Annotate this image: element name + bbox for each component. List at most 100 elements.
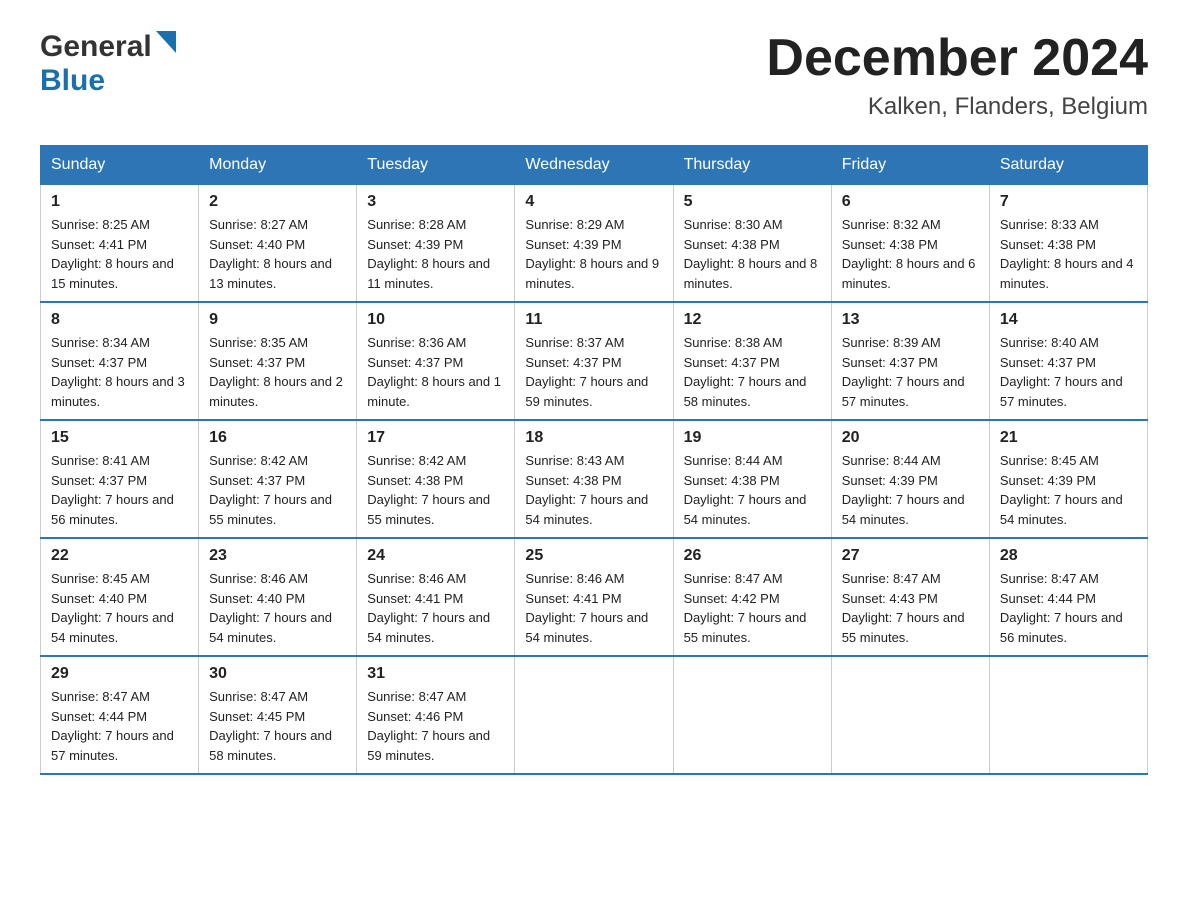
day-number: 27 <box>842 547 979 565</box>
table-row: 27 Sunrise: 8:47 AM Sunset: 4:43 PM Dayl… <box>831 538 989 656</box>
logo-general: General <box>40 30 152 64</box>
day-number: 23 <box>209 547 346 565</box>
day-info: Sunrise: 8:29 AM Sunset: 4:39 PM Dayligh… <box>525 215 662 293</box>
day-info: Sunrise: 8:36 AM Sunset: 4:37 PM Dayligh… <box>367 333 504 411</box>
table-row: 12 Sunrise: 8:38 AM Sunset: 4:37 PM Dayl… <box>673 302 831 420</box>
day-number: 30 <box>209 665 346 683</box>
col-saturday: Saturday <box>989 146 1147 185</box>
table-row: 19 Sunrise: 8:44 AM Sunset: 4:38 PM Dayl… <box>673 420 831 538</box>
table-row: 25 Sunrise: 8:46 AM Sunset: 4:41 PM Dayl… <box>515 538 673 656</box>
day-number: 28 <box>1000 547 1137 565</box>
col-sunday: Sunday <box>41 146 199 185</box>
day-number: 15 <box>51 429 188 447</box>
day-info: Sunrise: 8:34 AM Sunset: 4:37 PM Dayligh… <box>51 333 188 411</box>
day-number: 25 <box>525 547 662 565</box>
col-monday: Monday <box>199 146 357 185</box>
day-info: Sunrise: 8:43 AM Sunset: 4:38 PM Dayligh… <box>525 451 662 529</box>
table-row: 15 Sunrise: 8:41 AM Sunset: 4:37 PM Dayl… <box>41 420 199 538</box>
day-number: 1 <box>51 193 188 211</box>
calendar-week-row: 8 Sunrise: 8:34 AM Sunset: 4:37 PM Dayli… <box>41 302 1148 420</box>
day-number: 21 <box>1000 429 1137 447</box>
table-row: 7 Sunrise: 8:33 AM Sunset: 4:38 PM Dayli… <box>989 185 1147 303</box>
day-number: 13 <box>842 311 979 329</box>
table-row <box>831 656 989 774</box>
day-info: Sunrise: 8:28 AM Sunset: 4:39 PM Dayligh… <box>367 215 504 293</box>
day-number: 11 <box>525 311 662 329</box>
day-info: Sunrise: 8:25 AM Sunset: 4:41 PM Dayligh… <box>51 215 188 293</box>
day-info: Sunrise: 8:47 AM Sunset: 4:45 PM Dayligh… <box>209 687 346 765</box>
day-number: 31 <box>367 665 504 683</box>
table-row: 17 Sunrise: 8:42 AM Sunset: 4:38 PM Dayl… <box>357 420 515 538</box>
day-number: 2 <box>209 193 346 211</box>
table-row: 23 Sunrise: 8:46 AM Sunset: 4:40 PM Dayl… <box>199 538 357 656</box>
page-header: General Blue December 2024 Kalken, Fland… <box>40 30 1148 121</box>
calendar-table: Sunday Monday Tuesday Wednesday Thursday… <box>40 145 1148 775</box>
day-number: 26 <box>684 547 821 565</box>
title-area: December 2024 Kalken, Flanders, Belgium <box>766 30 1148 121</box>
day-info: Sunrise: 8:42 AM Sunset: 4:38 PM Dayligh… <box>367 451 504 529</box>
table-row: 31 Sunrise: 8:47 AM Sunset: 4:46 PM Dayl… <box>357 656 515 774</box>
table-row: 16 Sunrise: 8:42 AM Sunset: 4:37 PM Dayl… <box>199 420 357 538</box>
day-number: 12 <box>684 311 821 329</box>
day-number: 18 <box>525 429 662 447</box>
table-row: 13 Sunrise: 8:39 AM Sunset: 4:37 PM Dayl… <box>831 302 989 420</box>
table-row: 28 Sunrise: 8:47 AM Sunset: 4:44 PM Dayl… <box>989 538 1147 656</box>
day-info: Sunrise: 8:47 AM Sunset: 4:44 PM Dayligh… <box>51 687 188 765</box>
day-info: Sunrise: 8:45 AM Sunset: 4:40 PM Dayligh… <box>51 569 188 647</box>
day-info: Sunrise: 8:35 AM Sunset: 4:37 PM Dayligh… <box>209 333 346 411</box>
logo-arrow-icon <box>154 31 176 59</box>
day-number: 6 <box>842 193 979 211</box>
calendar-week-row: 15 Sunrise: 8:41 AM Sunset: 4:37 PM Dayl… <box>41 420 1148 538</box>
day-info: Sunrise: 8:37 AM Sunset: 4:37 PM Dayligh… <box>525 333 662 411</box>
day-number: 20 <box>842 429 979 447</box>
day-number: 3 <box>367 193 504 211</box>
table-row: 18 Sunrise: 8:43 AM Sunset: 4:38 PM Dayl… <box>515 420 673 538</box>
month-year-title: December 2024 <box>766 30 1148 87</box>
table-row <box>989 656 1147 774</box>
day-info: Sunrise: 8:44 AM Sunset: 4:39 PM Dayligh… <box>842 451 979 529</box>
table-row: 21 Sunrise: 8:45 AM Sunset: 4:39 PM Dayl… <box>989 420 1147 538</box>
day-number: 8 <box>51 311 188 329</box>
day-info: Sunrise: 8:27 AM Sunset: 4:40 PM Dayligh… <box>209 215 346 293</box>
table-row: 3 Sunrise: 8:28 AM Sunset: 4:39 PM Dayli… <box>357 185 515 303</box>
table-row: 22 Sunrise: 8:45 AM Sunset: 4:40 PM Dayl… <box>41 538 199 656</box>
day-info: Sunrise: 8:46 AM Sunset: 4:41 PM Dayligh… <box>525 569 662 647</box>
calendar-week-row: 22 Sunrise: 8:45 AM Sunset: 4:40 PM Dayl… <box>41 538 1148 656</box>
table-row: 10 Sunrise: 8:36 AM Sunset: 4:37 PM Dayl… <box>357 302 515 420</box>
day-number: 7 <box>1000 193 1137 211</box>
table-row: 20 Sunrise: 8:44 AM Sunset: 4:39 PM Dayl… <box>831 420 989 538</box>
table-row: 11 Sunrise: 8:37 AM Sunset: 4:37 PM Dayl… <box>515 302 673 420</box>
table-row: 9 Sunrise: 8:35 AM Sunset: 4:37 PM Dayli… <box>199 302 357 420</box>
day-info: Sunrise: 8:47 AM Sunset: 4:46 PM Dayligh… <box>367 687 504 765</box>
day-info: Sunrise: 8:33 AM Sunset: 4:38 PM Dayligh… <box>1000 215 1137 293</box>
table-row: 26 Sunrise: 8:47 AM Sunset: 4:42 PM Dayl… <box>673 538 831 656</box>
logo-blue: Blue <box>40 64 105 97</box>
day-info: Sunrise: 8:39 AM Sunset: 4:37 PM Dayligh… <box>842 333 979 411</box>
table-row: 1 Sunrise: 8:25 AM Sunset: 4:41 PM Dayli… <box>41 185 199 303</box>
table-row: 6 Sunrise: 8:32 AM Sunset: 4:38 PM Dayli… <box>831 185 989 303</box>
day-info: Sunrise: 8:46 AM Sunset: 4:40 PM Dayligh… <box>209 569 346 647</box>
table-row: 29 Sunrise: 8:47 AM Sunset: 4:44 PM Dayl… <box>41 656 199 774</box>
table-row: 30 Sunrise: 8:47 AM Sunset: 4:45 PM Dayl… <box>199 656 357 774</box>
day-info: Sunrise: 8:46 AM Sunset: 4:41 PM Dayligh… <box>367 569 504 647</box>
col-friday: Friday <box>831 146 989 185</box>
day-info: Sunrise: 8:44 AM Sunset: 4:38 PM Dayligh… <box>684 451 821 529</box>
day-number: 10 <box>367 311 504 329</box>
location-subtitle: Kalken, Flanders, Belgium <box>766 93 1148 121</box>
day-number: 9 <box>209 311 346 329</box>
table-row: 4 Sunrise: 8:29 AM Sunset: 4:39 PM Dayli… <box>515 185 673 303</box>
day-number: 19 <box>684 429 821 447</box>
day-number: 5 <box>684 193 821 211</box>
day-info: Sunrise: 8:47 AM Sunset: 4:44 PM Dayligh… <box>1000 569 1137 647</box>
calendar-header-row: Sunday Monday Tuesday Wednesday Thursday… <box>41 146 1148 185</box>
day-number: 14 <box>1000 311 1137 329</box>
day-info: Sunrise: 8:47 AM Sunset: 4:42 PM Dayligh… <box>684 569 821 647</box>
day-number: 4 <box>525 193 662 211</box>
table-row: 14 Sunrise: 8:40 AM Sunset: 4:37 PM Dayl… <box>989 302 1147 420</box>
calendar-week-row: 29 Sunrise: 8:47 AM Sunset: 4:44 PM Dayl… <box>41 656 1148 774</box>
day-info: Sunrise: 8:30 AM Sunset: 4:38 PM Dayligh… <box>684 215 821 293</box>
day-info: Sunrise: 8:47 AM Sunset: 4:43 PM Dayligh… <box>842 569 979 647</box>
day-info: Sunrise: 8:42 AM Sunset: 4:37 PM Dayligh… <box>209 451 346 529</box>
day-info: Sunrise: 8:32 AM Sunset: 4:38 PM Dayligh… <box>842 215 979 293</box>
table-row <box>673 656 831 774</box>
